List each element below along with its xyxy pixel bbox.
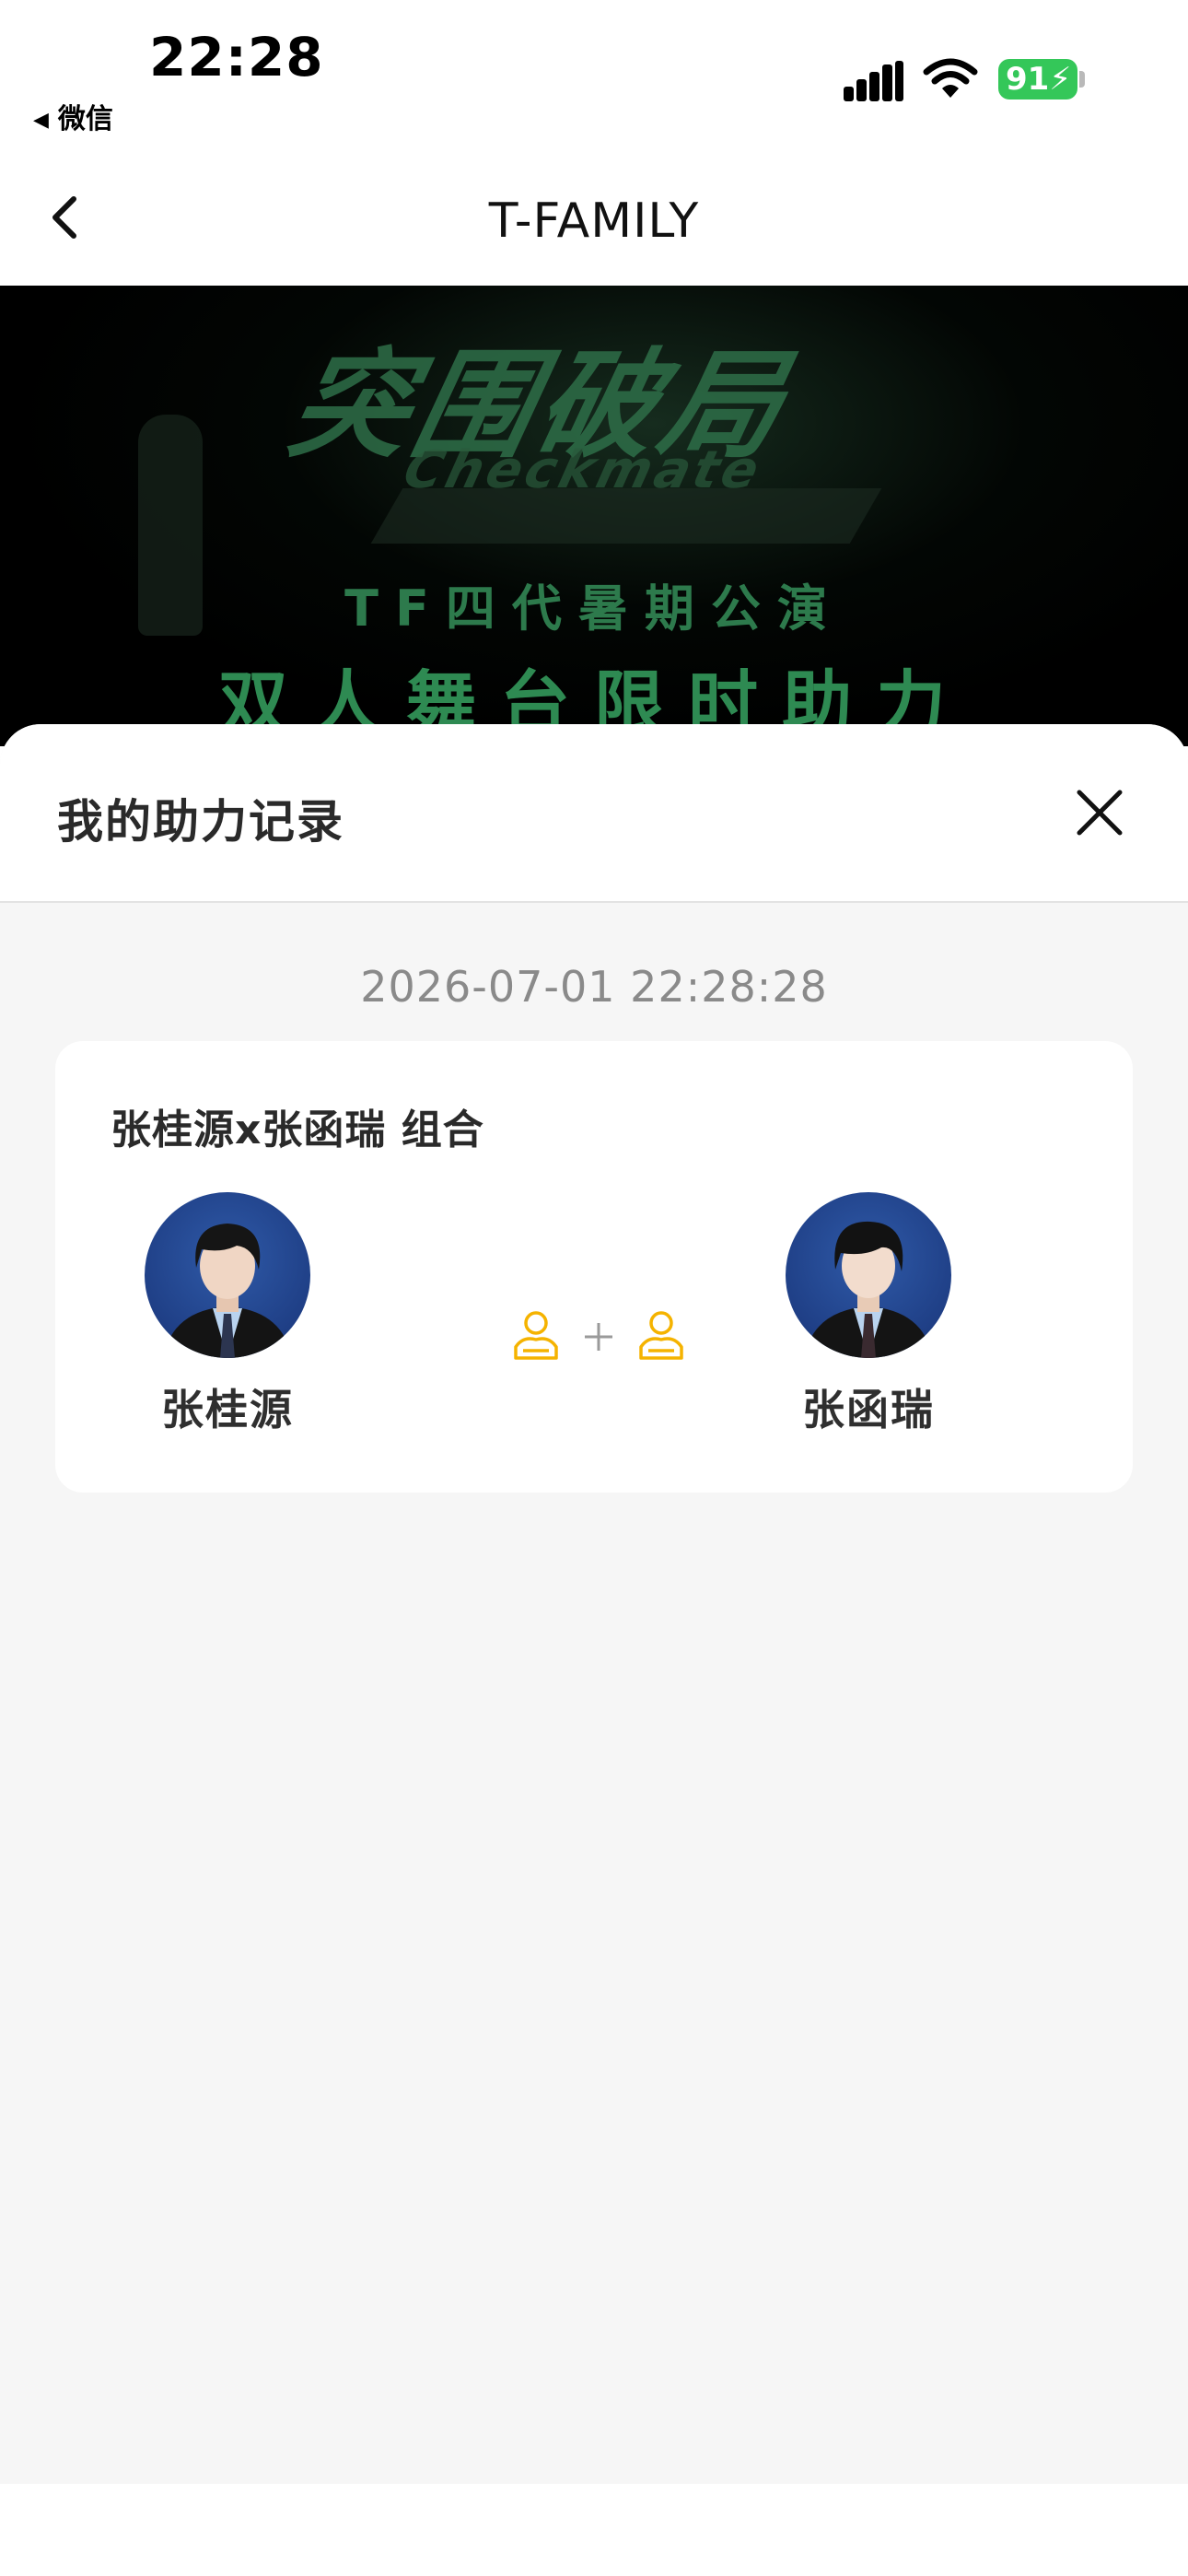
cellular-signal-icon — [844, 61, 904, 101]
member-1: 张桂源 — [122, 1192, 333, 1437]
charging-bolt-icon: ⚡ — [1049, 61, 1072, 98]
status-bar: 22:28 ◀ 微信 91⚡ — [0, 0, 1188, 147]
person-plus-person-icon — [514, 1311, 683, 1360]
sheet-title: 我的助力记录 — [57, 795, 344, 849]
boost-record-sheet: 我的助力记录 2026-07-01 22:28:28 张桂源x张函瑞 组合 张桂… — [0, 724, 1188, 2484]
boost-record-card: 张桂源x张函瑞 组合 张桂源 张函瑞 — [55, 1041, 1133, 1493]
close-icon[interactable] — [1072, 785, 1127, 840]
sheet-header: 我的助力记录 — [0, 724, 1188, 903]
battery-level: 91 — [1006, 61, 1050, 98]
wifi-icon — [923, 58, 978, 98]
page-title: T-FAMILY — [488, 193, 700, 249]
back-to-wechat-link[interactable]: ◀ 微信 — [33, 96, 113, 136]
status-time: 22:28 — [149, 26, 324, 88]
group-title: 张桂源x张函瑞 组合 — [111, 1107, 484, 1153]
back-triangle-icon: ◀ — [33, 109, 49, 132]
banner-art-subtitle: Checkmate — [397, 440, 769, 500]
avatar — [786, 1192, 951, 1358]
record-timestamp: 2026-07-01 22:28:28 — [360, 962, 828, 1012]
banner-headline: TF四代暑期公演 — [344, 580, 844, 638]
battery-nub — [1079, 71, 1085, 88]
nav-bar: T-FAMILY — [0, 147, 1188, 286]
home-indicator-area — [0, 2484, 1188, 2576]
portrait-illustration — [804, 1221, 933, 1358]
battery-indicator: 91⚡ — [998, 59, 1077, 100]
avatar — [145, 1192, 310, 1358]
member-name: 张函瑞 — [802, 1385, 935, 1434]
portrait-illustration — [163, 1224, 292, 1358]
member-name: 张桂源 — [161, 1385, 294, 1434]
event-banner: 突围破局 Checkmate TF四代暑期公演 双人舞台限时助力 — [0, 286, 1188, 746]
back-app-label: 微信 — [57, 103, 113, 135]
member-2: 张函瑞 — [763, 1192, 974, 1437]
